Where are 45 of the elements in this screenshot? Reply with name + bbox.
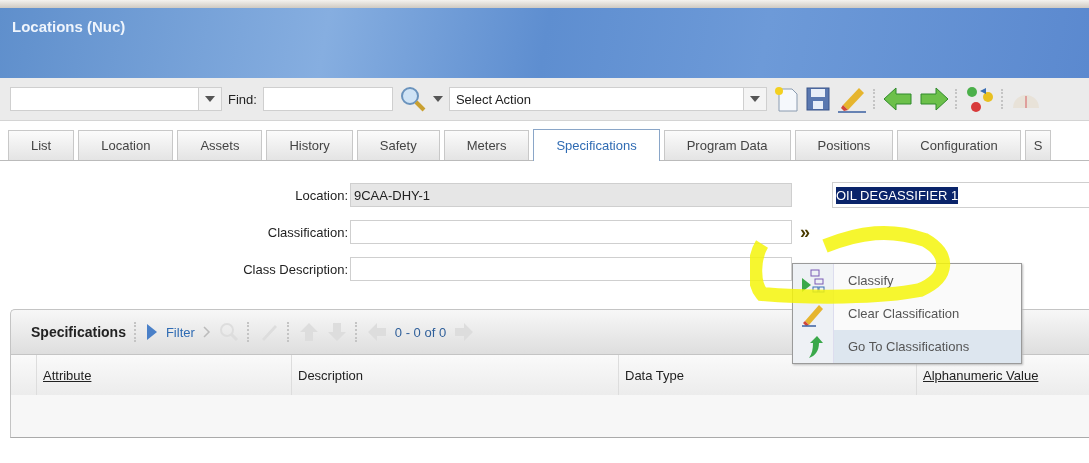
right-arrow-icon[interactable]: [918, 86, 949, 112]
menu-item[interactable]: Clear Classification: [793, 297, 1021, 330]
eraser-icon[interactable]: [836, 85, 867, 113]
section-title: Specifications: [31, 324, 126, 340]
menu-item[interactable]: Go To Classifications: [793, 330, 1021, 363]
colored-dots-icon[interactable]: [964, 85, 995, 113]
tab[interactable]: Meters: [443, 130, 530, 160]
tab[interactable]: List: [8, 130, 75, 160]
tab[interactable]: Location: [78, 130, 174, 160]
expand-menu-link[interactable]: »: [800, 222, 810, 242]
left-arrow-icon[interactable]: [882, 86, 913, 112]
dropdown-caret-icon: [432, 96, 443, 102]
tab[interactable]: S: [1024, 130, 1052, 160]
input-field[interactable]: [350, 257, 792, 281]
tab[interactable]: Safety: [356, 130, 440, 160]
column-header: Description: [291, 355, 618, 395]
search-icon[interactable]: [398, 85, 427, 113]
app-title: Locations (Nuc): [12, 18, 126, 35]
description-value: OIL DEGASSIFIER 1: [836, 186, 959, 204]
dropdown-caret-icon: [205, 96, 215, 102]
play-triangle-icon[interactable]: [145, 323, 158, 341]
save-icon[interactable]: [804, 86, 831, 112]
find-field[interactable]: [262, 87, 393, 111]
input-field[interactable]: [350, 220, 792, 244]
tab[interactable]: History: [266, 130, 353, 160]
description-field[interactable]: OIL DEGASSIFIER 1: [832, 182, 1089, 208]
tab[interactable]: Positions: [794, 130, 894, 160]
chevron-icon: [202, 326, 211, 338]
column-header[interactable]: Attribute: [36, 355, 291, 395]
new-document-icon[interactable]: [772, 85, 799, 113]
field-label: Location:: [294, 187, 349, 203]
tab[interactable]: Assets: [177, 130, 263, 160]
filter-link[interactable]: Filter: [165, 324, 195, 340]
input-field[interactable]: 9CAA-DHY-1: [350, 183, 792, 207]
dropdown-caret-icon: [749, 96, 760, 102]
find-label: Find:: [228, 91, 257, 107]
action-select[interactable]: Select Action: [448, 87, 767, 111]
menu-item[interactable]: Classify: [793, 264, 1021, 297]
record-count: 0 - 0 of 0: [394, 324, 447, 340]
field-label: Class Description:: [242, 261, 349, 277]
query-dropdown[interactable]: [10, 87, 222, 111]
field-label: Classification:: [266, 224, 349, 240]
tab[interactable]: Specifications: [533, 129, 660, 161]
tab[interactable]: Program Data: [663, 130, 791, 160]
tab[interactable]: Configuration: [897, 130, 1021, 160]
